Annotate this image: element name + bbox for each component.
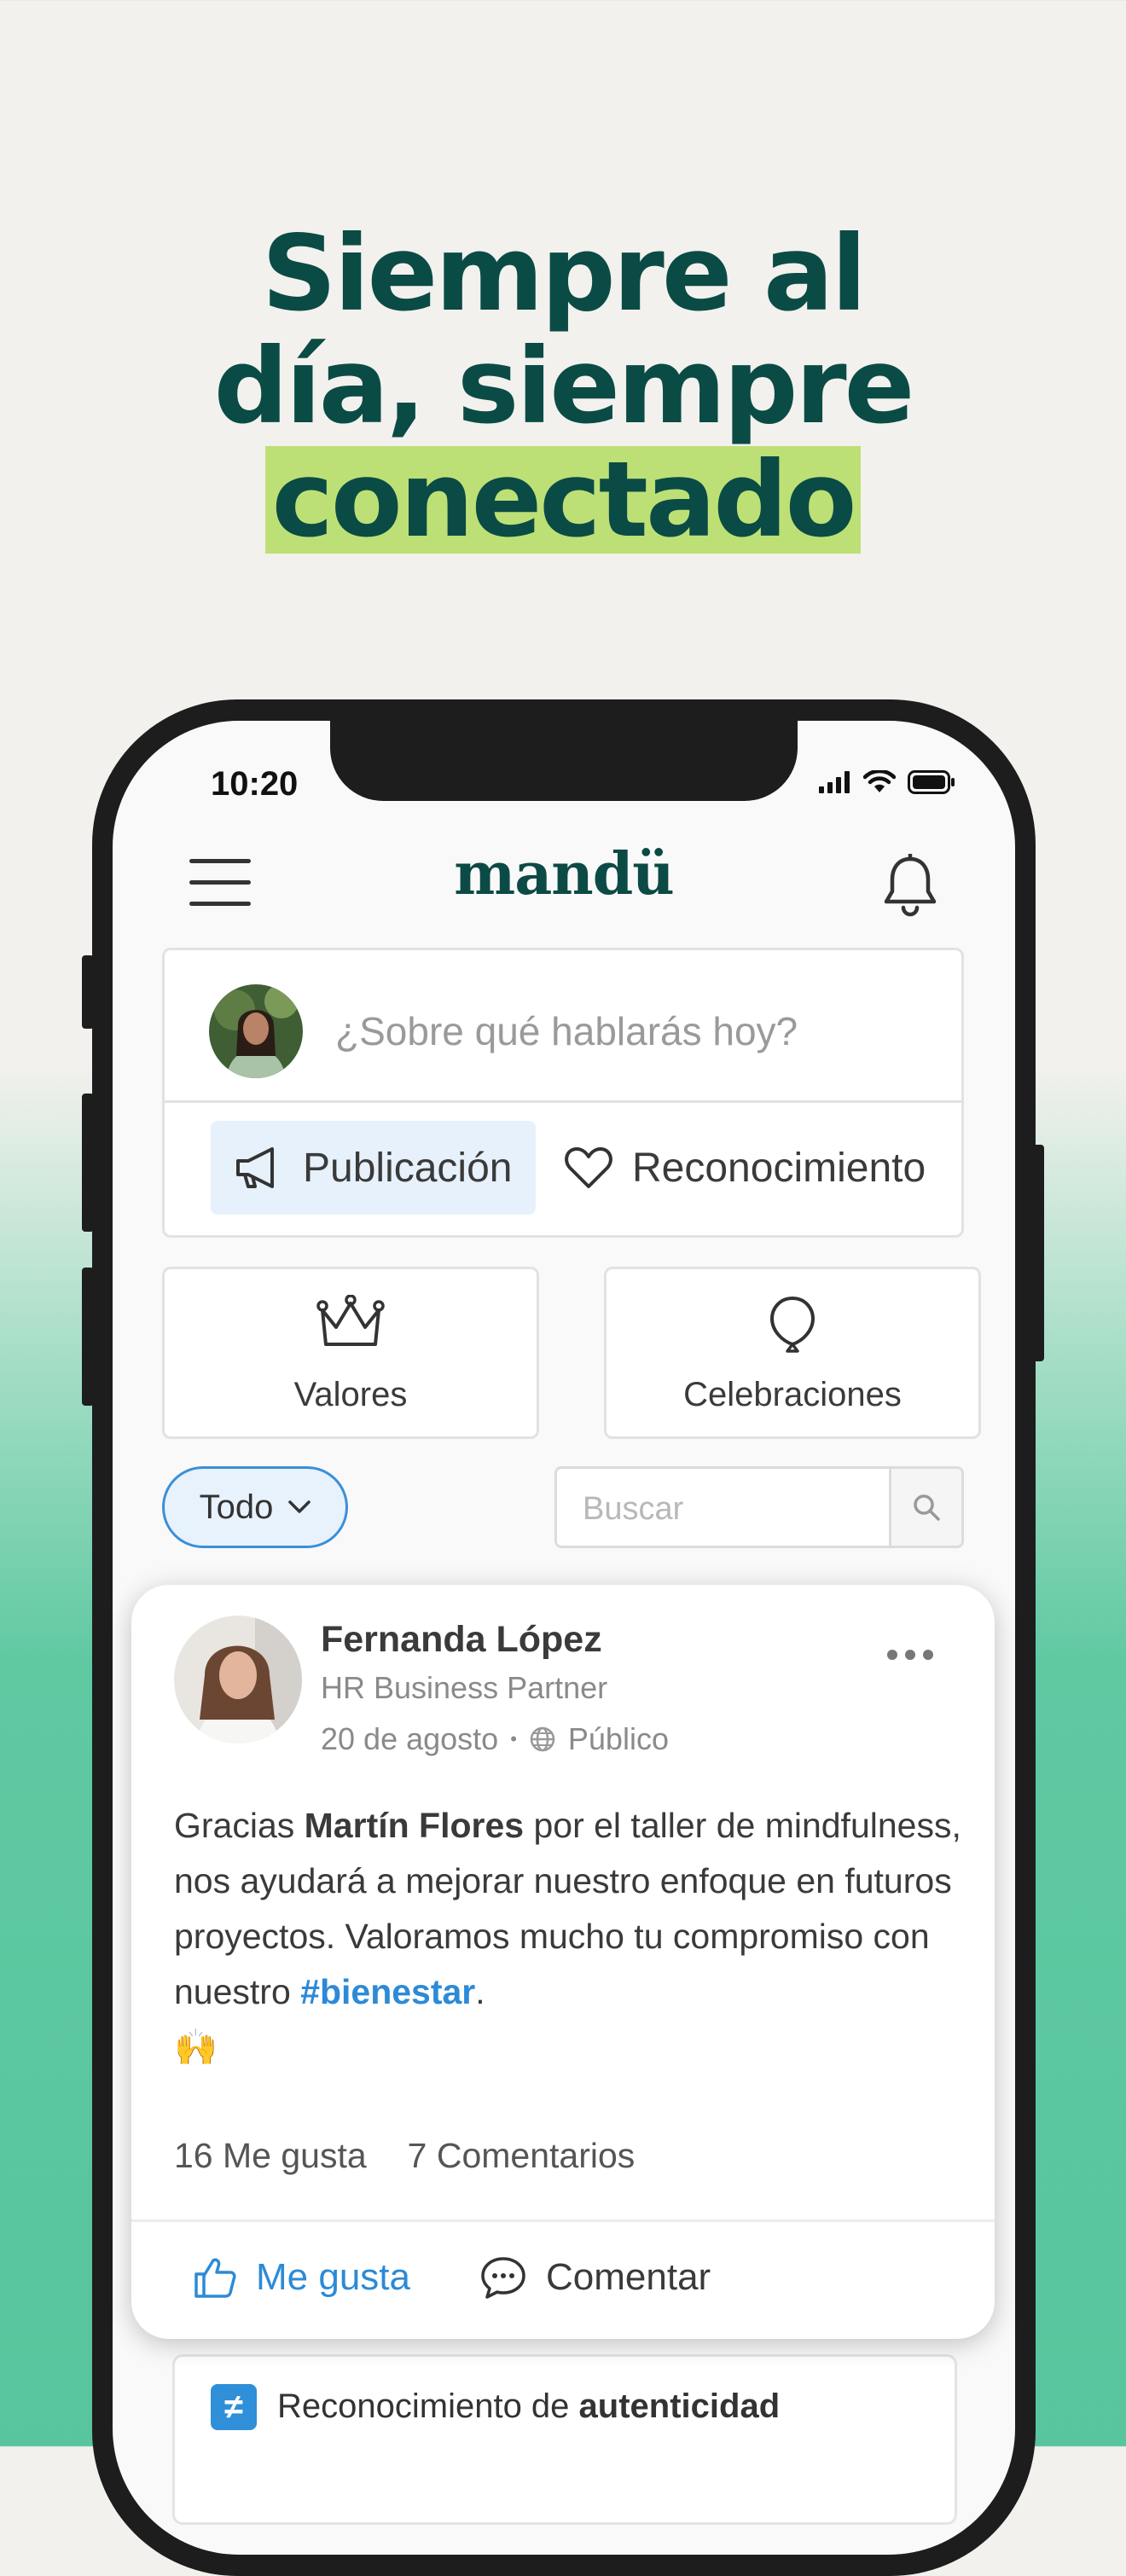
globe-icon	[530, 1726, 555, 1752]
search-box: Buscar	[554, 1466, 964, 1548]
filter-dropdown[interactable]: Todo	[162, 1466, 348, 1548]
notifications-bell-icon[interactable]	[882, 854, 938, 919]
search-icon	[914, 1494, 940, 1521]
post-body: Gracias Martín Flores por el taller de m…	[174, 1798, 967, 2075]
post-body-text-1: Gracias	[174, 1806, 305, 1845]
user-avatar[interactable]	[209, 984, 303, 1078]
chevron-down-icon	[288, 1500, 311, 1513]
more-options-icon[interactable]	[887, 1650, 933, 1660]
celebrations-tile[interactable]: Celebraciones	[604, 1267, 981, 1439]
post-body-text-3: .	[475, 1972, 485, 2011]
recognition-button[interactable]: Reconocimiento	[540, 1121, 949, 1215]
publication-button[interactable]: Publicación	[211, 1121, 537, 1215]
hashtag-link[interactable]: #bienestar	[300, 1972, 475, 2011]
celebrations-label: Celebraciones	[683, 1376, 902, 1413]
comment-label: Comentar	[546, 2256, 711, 2298]
post-meta: 20 de agosto • Público	[321, 1721, 669, 1757]
author-avatar[interactable]	[174, 1616, 302, 1743]
likes-count[interactable]: 16 Me gusta	[174, 2136, 367, 2176]
recognition-card-value: autenticidad	[578, 2387, 781, 2425]
post-visibility: Público	[567, 1721, 669, 1756]
filter-selected: Todo	[199, 1488, 274, 1526]
author-role: HR Business Partner	[321, 1670, 608, 1705]
like-label: Me gusta	[256, 2256, 410, 2298]
marketing-headline: Siempre al día, siempre conectado	[0, 218, 1126, 556]
crown-icon	[316, 1295, 385, 1346]
mentioned-user[interactable]: Martín Flores	[305, 1806, 524, 1845]
thumbs-up-icon	[194, 2258, 236, 2298]
recognition-badge-icon: ≠	[211, 2384, 257, 2430]
signal-icon	[819, 771, 850, 793]
publication-label: Publicación	[303, 1145, 513, 1191]
like-button[interactable]: Me gusta	[193, 2255, 410, 2300]
raised-hands-emoji: 🙌	[174, 2028, 218, 2067]
recognition-card-title: Reconocimiento de autenticidad	[277, 2387, 780, 2426]
search-button[interactable]	[889, 1469, 961, 1546]
app-bar: mandü	[113, 840, 1015, 925]
composer-divider	[165, 1100, 961, 1103]
comment-bubble-icon	[481, 2257, 525, 2299]
megaphone-icon	[236, 1147, 274, 1188]
recognition-card-prefix: Reconocimiento de	[277, 2387, 579, 2425]
heart-icon	[565, 1147, 612, 1188]
phone-power-button	[1032, 1145, 1044, 1361]
phone-volume-up	[82, 1094, 94, 1232]
post-date: 20 de agosto	[321, 1721, 499, 1756]
phone-mute-switch	[82, 955, 94, 1029]
battery-icon	[908, 770, 955, 794]
search-input[interactable]: Buscar	[583, 1491, 683, 1528]
values-label: Valores	[293, 1376, 408, 1413]
balloon-icon	[769, 1296, 815, 1353]
recognition-card[interactable]: ≠ Reconocimiento de autenticidad	[172, 2354, 957, 2525]
phone-volume-down	[82, 1268, 94, 1406]
values-tile[interactable]: Valores	[162, 1267, 539, 1439]
composer-input[interactable]: ¿Sobre qué hablarás hoy?	[335, 1008, 798, 1054]
status-icons	[819, 770, 955, 794]
author-name[interactable]: Fernanda López	[321, 1619, 602, 1661]
headline-line-1: Siempre al	[261, 213, 867, 334]
wifi-icon	[863, 770, 896, 792]
post-divider	[131, 2219, 995, 2222]
post-card: Fernanda López HR Business Partner 20 de…	[131, 1585, 995, 2339]
recognition-label: Reconocimiento	[632, 1145, 926, 1191]
notch	[330, 721, 798, 801]
post-composer: ¿Sobre qué hablarás hoy? Publicación Rec…	[162, 948, 964, 1238]
post-stats: 16 Me gusta 7 Comentarios	[174, 2136, 635, 2176]
comment-button[interactable]: Comentar	[479, 2255, 711, 2300]
status-time: 10:20	[211, 765, 299, 803]
comments-count[interactable]: 7 Comentarios	[408, 2136, 636, 2176]
headline-line-2: día, siempre	[213, 326, 915, 447]
meta-separator: •	[510, 1728, 517, 1749]
headline-highlight: conectado	[264, 446, 862, 554]
app-logo: mandü	[454, 840, 674, 908]
